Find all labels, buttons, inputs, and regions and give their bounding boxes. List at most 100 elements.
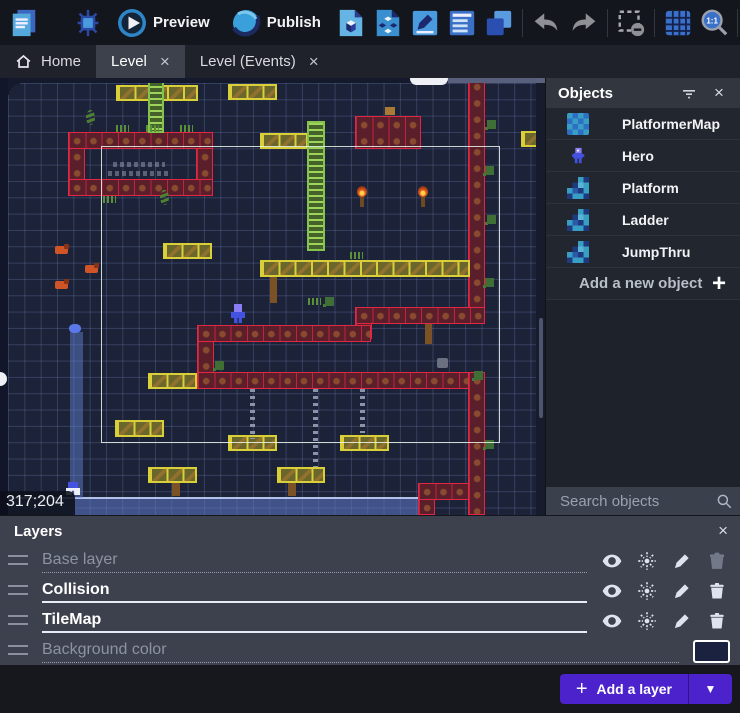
preview-label: Preview: [153, 14, 210, 31]
effects-icon[interactable]: [636, 610, 658, 632]
add-new-object-button[interactable]: Add a new object +: [546, 268, 740, 300]
close-tab-icon[interactable]: ×: [156, 52, 170, 72]
undo-icon[interactable]: [530, 6, 562, 40]
tiles-object-icon: [566, 176, 590, 200]
grid-icon[interactable]: [662, 6, 694, 40]
add-layer-dropdown[interactable]: ▼: [688, 674, 732, 704]
tab-home[interactable]: Home: [0, 45, 96, 78]
preview-icon: [116, 6, 148, 40]
object-item-ladder[interactable]: Ladder: [546, 204, 740, 236]
add-layer-label: Add a layer: [597, 681, 672, 697]
tab-level[interactable]: Level ×: [96, 45, 185, 78]
search-objects-box: [546, 487, 740, 515]
layer-name[interactable]: Base layer: [42, 549, 587, 573]
background-color-swatch[interactable]: [693, 640, 730, 663]
horizontal-scrollbar-thumb[interactable]: [410, 78, 448, 85]
level-boundary-right: [536, 78, 545, 515]
drag-handle-icon[interactable]: [8, 585, 28, 597]
search-objects-input[interactable]: [558, 492, 715, 511]
object-item-jumpthru[interactable]: JumpThru: [546, 236, 740, 268]
zoom-1-1-icon[interactable]: 1:1: [698, 6, 730, 40]
drag-handle-icon[interactable]: [8, 555, 28, 567]
layer-row-collision[interactable]: Collision: [0, 576, 740, 606]
layers-toolbar-icon[interactable]: [483, 6, 515, 40]
layer-row-background-color[interactable]: Background color: [0, 636, 740, 666]
gdevelop-window: Preview Publish: [0, 0, 740, 713]
hero-object-icon: [566, 144, 590, 168]
enemy-sprite[interactable]: [55, 246, 68, 254]
visibility-eye-icon[interactable]: [601, 550, 623, 572]
bird-sprite[interactable]: [69, 324, 81, 333]
post-deco: [172, 483, 180, 496]
object-item-platformermap[interactable]: PlatformerMap: [546, 108, 740, 140]
scene-canvas[interactable]: 317;204: [0, 78, 545, 515]
drag-handle-icon[interactable]: [8, 615, 28, 627]
tab-home-label: Home: [41, 53, 81, 70]
grass-deco: [146, 125, 159, 132]
horizontal-scrollbar-track[interactable]: [448, 78, 545, 83]
grass-deco: [116, 125, 129, 132]
edit-pencil-icon[interactable]: [671, 580, 693, 602]
edit-pencil-icon[interactable]: [671, 610, 693, 632]
redo-icon[interactable]: [568, 6, 600, 40]
layer-row-tilemap[interactable]: TileMap: [0, 606, 740, 636]
crate-tile[interactable]: [277, 467, 325, 483]
add-layer-button[interactable]: + Add a layer: [560, 674, 688, 704]
layer-name[interactable]: Collision: [42, 579, 587, 603]
effects-icon[interactable]: [636, 580, 658, 602]
delete-trash-icon[interactable]: [706, 580, 728, 602]
toolbar-separator: [654, 9, 655, 37]
visibility-eye-icon[interactable]: [601, 580, 623, 602]
effects-icon[interactable]: [636, 550, 658, 572]
publish-button[interactable]: Publish: [230, 6, 321, 40]
objects-panel: Objects × PlatformerMap Hero: [545, 78, 740, 515]
water-column[interactable]: [70, 332, 83, 498]
svg-text:1:1: 1:1: [706, 16, 718, 25]
object-item-platform[interactable]: Platform: [546, 172, 740, 204]
close-panel-icon[interactable]: ×: [718, 521, 728, 541]
publish-label: Publish: [267, 14, 321, 31]
filter-icon[interactable]: [678, 82, 700, 104]
enemy-sprite[interactable]: [55, 281, 68, 289]
plant-deco: [487, 120, 496, 129]
instances-list-icon[interactable]: [446, 6, 478, 40]
close-tab-icon[interactable]: ×: [305, 52, 319, 72]
layer-name[interactable]: TileMap: [42, 609, 587, 633]
plus-icon: +: [712, 274, 726, 294]
project-manager-icon[interactable]: [8, 6, 40, 40]
tab-level-events[interactable]: Level (Events) ×: [185, 45, 334, 78]
search-icon[interactable]: [715, 492, 733, 510]
platform-tile[interactable]: [355, 116, 421, 149]
objects-panel-header: Objects ×: [546, 78, 740, 108]
layer-row-base-layer[interactable]: Base layer: [0, 546, 740, 576]
drag-handle-icon[interactable]: [8, 645, 28, 657]
platform-tile[interactable]: [418, 483, 469, 500]
crate-tile[interactable]: [228, 84, 277, 100]
tilemap-object-icon: [566, 112, 590, 136]
debugger-icon[interactable]: [72, 6, 104, 40]
toolbar-separator: [522, 9, 523, 37]
edit-pencil-icon[interactable]: [671, 550, 693, 572]
tab-level-events-label: Level (Events): [200, 53, 296, 70]
edit-properties-icon[interactable]: [409, 6, 441, 40]
object-groups-icon[interactable]: [372, 6, 404, 40]
object-item-hero[interactable]: Hero: [546, 140, 740, 172]
cursor-coordinates: 317;204: [0, 491, 75, 515]
add-object-icon[interactable]: [335, 6, 367, 40]
layer-name[interactable]: Background color: [42, 639, 679, 663]
objects-panel-title: Objects: [558, 85, 670, 102]
enemy-sprite[interactable]: [85, 265, 98, 273]
level-boundary-corner: [8, 83, 20, 95]
clear-selection-icon[interactable]: [615, 6, 647, 40]
visibility-eye-icon[interactable]: [601, 610, 623, 632]
platform-tile[interactable]: [418, 499, 435, 515]
level-boundary-left: [0, 78, 8, 515]
preview-button[interactable]: Preview: [116, 6, 210, 40]
layers-panel: Layers × Base layer Collision: [0, 515, 740, 665]
crate-tile[interactable]: [148, 467, 197, 483]
delete-trash-icon[interactable]: [706, 610, 728, 632]
platform-tile[interactable]: [68, 148, 85, 180]
close-panel-icon[interactable]: ×: [708, 82, 730, 104]
scrollbar-track[interactable]: [539, 318, 543, 418]
post-deco: [288, 483, 296, 496]
